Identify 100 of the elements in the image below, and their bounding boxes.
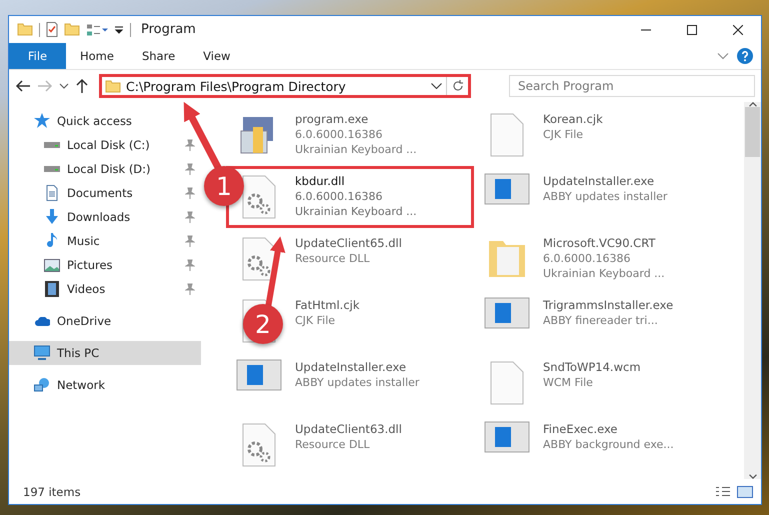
ribbon-tab[interactable]: Home xyxy=(66,43,128,69)
address-dropdown-icon[interactable] xyxy=(431,83,442,89)
download-icon xyxy=(45,209,59,225)
film-icon xyxy=(45,281,59,297)
sidebar-label: Quick access xyxy=(57,114,132,128)
file-name: UpdateClient63.dll xyxy=(295,421,402,437)
gear-file-icon xyxy=(242,235,276,283)
file-detail: Ukrainian Keyboard ... xyxy=(295,204,417,219)
properties-icon[interactable] xyxy=(46,22,58,37)
star-icon xyxy=(34,113,50,129)
pin-icon[interactable] xyxy=(185,211,195,223)
sidebar-item[interactable]: Local Disk (C:) xyxy=(9,133,201,157)
details-view-icon[interactable] xyxy=(715,486,731,496)
file-detail: 6.0.6000.16386 xyxy=(543,251,632,266)
expand-ribbon-icon[interactable] xyxy=(717,52,729,60)
window-app-icon xyxy=(483,297,531,329)
sidebar-label: Downloads xyxy=(67,210,130,224)
back-button[interactable] xyxy=(15,79,31,93)
sidebar-label: Local Disk (D:) xyxy=(67,162,151,176)
pin-icon[interactable] xyxy=(185,139,195,151)
file-name: FineExec.exe xyxy=(543,421,619,437)
sidebar-item[interactable]: This PC xyxy=(9,341,201,365)
minimize-icon xyxy=(641,28,651,30)
gear-file-icon xyxy=(242,421,276,469)
address-path: C:\Program Files\Program Directory xyxy=(126,78,347,94)
network-icon xyxy=(34,377,50,393)
item-count: 197 items xyxy=(23,484,81,498)
file-name: program.exe xyxy=(295,111,370,127)
window-app-icon xyxy=(483,421,531,453)
file-detail: ABBY updates installer xyxy=(295,375,420,390)
file-name: TrigrammsInstaller.exe xyxy=(543,297,674,313)
file-detail: Ukrainian Keyboard ... xyxy=(543,266,665,281)
document-icon xyxy=(45,185,59,201)
ribbon-tab[interactable]: View xyxy=(189,43,244,69)
file-name: Korean.cjk xyxy=(543,111,603,127)
scrollbar-thumb[interactable] xyxy=(745,107,760,157)
file-name: SndToWP14.wcm xyxy=(543,359,641,375)
file-detail: WCM File xyxy=(543,375,594,390)
pin-icon[interactable] xyxy=(185,235,195,247)
scroll-down-icon[interactable] xyxy=(748,474,756,479)
file-icon xyxy=(490,359,524,407)
window-app-icon xyxy=(235,359,283,391)
file-detail: CJK File xyxy=(295,313,336,328)
address-field[interactable]: C:\Program Files\Program Directory xyxy=(99,74,471,98)
sidebar-item[interactable]: Pictures xyxy=(9,253,201,277)
drive-icon xyxy=(44,166,60,172)
window-title: Program xyxy=(141,22,196,37)
sidebar-item[interactable]: Network xyxy=(9,373,201,397)
sidebar-item[interactable]: Videos xyxy=(9,277,201,301)
file-detail: 6.0.6000.16386 xyxy=(295,189,384,204)
file-detail: CJK File xyxy=(543,127,584,142)
sidebar-label: This PC xyxy=(57,346,100,360)
drive-icon xyxy=(44,142,60,148)
file-detail: ABBY updates installer xyxy=(543,189,668,204)
file-name: FatHtml.cjk xyxy=(295,297,360,313)
file-name: UpdateInstaller.exe xyxy=(295,359,408,375)
file-detail: ABBY background exe... xyxy=(543,437,674,452)
recent-locations-button[interactable] xyxy=(59,82,69,90)
scroll-up-icon[interactable] xyxy=(748,102,756,107)
refresh-icon xyxy=(452,80,464,92)
pin-icon[interactable] xyxy=(185,163,195,175)
sidebar-label: Documents xyxy=(67,186,133,200)
sidebar-label: Videos xyxy=(67,282,106,296)
window-app-icon xyxy=(483,173,531,205)
sidebar-label: Pictures xyxy=(67,258,113,272)
thumbnail-view-icon[interactable] xyxy=(737,486,753,498)
sidebar-label: OneDrive xyxy=(57,314,112,328)
file-name: kbdur.dll xyxy=(295,173,346,189)
sidebar-item[interactable]: Quick access xyxy=(9,109,201,133)
sidebar-item[interactable]: OneDrive xyxy=(9,309,201,333)
file-detail: 6.0.6000.16386 xyxy=(295,127,384,142)
folder-icon xyxy=(105,80,121,92)
sidebar-item[interactable]: Music xyxy=(9,229,201,253)
cloud-icon xyxy=(34,316,50,326)
music-icon xyxy=(47,233,57,249)
file-icon xyxy=(490,111,524,159)
sidebar-label: Local Disk (C:) xyxy=(67,138,150,152)
new-folder-icon xyxy=(64,23,80,36)
pin-icon[interactable] xyxy=(185,187,195,199)
search-field[interactable]: Search Program xyxy=(509,75,755,97)
sidebar-item[interactable]: Local Disk (D:) xyxy=(9,157,201,181)
file-detail: Resource DLL xyxy=(295,251,371,266)
picture-icon xyxy=(44,258,60,272)
sidebar-item[interactable]: Downloads xyxy=(9,205,201,229)
file-name: Microsoft.VC90.CRT xyxy=(543,235,656,251)
help-icon[interactable] xyxy=(737,48,753,64)
scrollbar[interactable] xyxy=(744,102,761,479)
file-detail: Resource DLL xyxy=(295,437,371,452)
file-detail: ABBY finereader tri... xyxy=(543,313,659,328)
file-menu-tab[interactable]: File xyxy=(9,43,66,69)
pin-icon[interactable] xyxy=(185,283,195,295)
maximize-icon xyxy=(687,24,697,34)
monitor-icon xyxy=(34,345,50,361)
pin-icon[interactable] xyxy=(185,259,195,271)
sidebar-item[interactable]: Documents xyxy=(9,181,201,205)
ribbon-tab[interactable]: Share xyxy=(128,43,190,69)
up-button[interactable] xyxy=(75,78,89,94)
dropdown-icon[interactable] xyxy=(114,26,124,34)
view-options-icon[interactable] xyxy=(86,24,108,36)
file-detail: Ukrainian Keyboard ... xyxy=(295,142,417,157)
